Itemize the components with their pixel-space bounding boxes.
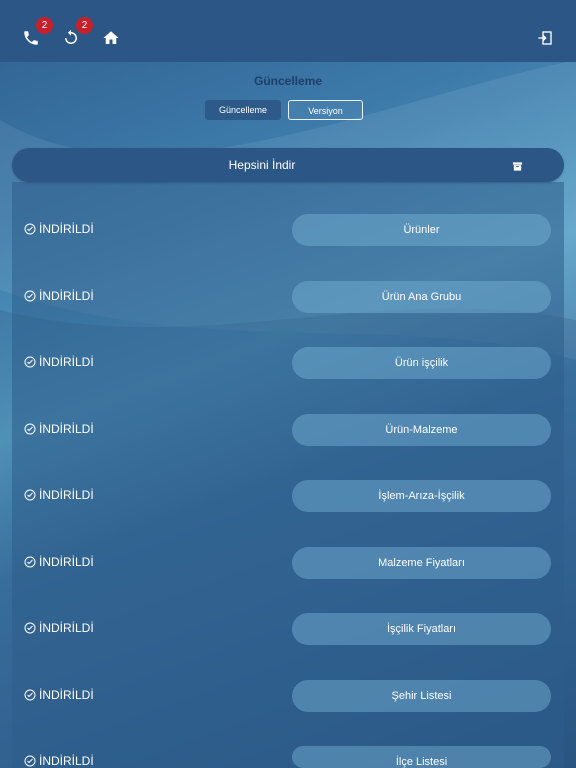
archive-icon: [512, 159, 523, 177]
status-badge: İNDİRİLDİ: [24, 488, 94, 502]
status-badge: İNDİRİLDİ: [24, 555, 94, 569]
check-circle-icon: [24, 423, 36, 435]
status-text: İNDİRİLDİ: [39, 688, 94, 702]
status-badge: İNDİRİLDİ: [24, 621, 94, 635]
status-badge: İNDİRİLDİ: [24, 222, 94, 236]
top-bar: 2 2: [0, 0, 576, 62]
page-title: Güncelleme: [253, 74, 323, 88]
check-circle-icon: [24, 290, 36, 302]
status-badge: İNDİRİLDİ: [24, 422, 94, 436]
list-item: İNDİRİLDİ Ürün-Malzeme: [12, 414, 564, 448]
home-icon[interactable]: [100, 27, 122, 49]
item-button[interactable]: Ürünler: [292, 214, 551, 246]
phone-badge: 2: [36, 17, 53, 34]
list-item: İNDİRİLDİ İlçe Listesi: [12, 746, 564, 768]
item-button[interactable]: Ürün-Malzeme: [292, 414, 551, 446]
item-button[interactable]: Şehir Listesi: [292, 680, 551, 712]
status-badge: İNDİRİLDİ: [24, 289, 94, 303]
status-badge: İNDİRİLDİ: [24, 754, 94, 768]
status-badge: İNDİRİLDİ: [24, 688, 94, 702]
tab-guncelleme[interactable]: Güncelleme: [205, 100, 281, 120]
check-circle-icon: [24, 755, 36, 767]
tab-versiyon[interactable]: Versiyon: [288, 100, 363, 120]
list-item: İNDİRİLDİ Ürünler: [12, 214, 564, 248]
item-button[interactable]: Malzeme Fiyatları: [292, 547, 551, 579]
status-text: İNDİRİLDİ: [39, 754, 94, 768]
item-button[interactable]: İşçilik Fiyatları: [292, 613, 551, 645]
check-circle-icon: [24, 356, 36, 368]
check-circle-icon: [24, 489, 36, 501]
item-button[interactable]: Ürün işçilik: [292, 347, 551, 379]
check-circle-icon: [24, 556, 36, 568]
status-text: İNDİRİLDİ: [39, 355, 94, 369]
status-text: İNDİRİLDİ: [39, 422, 94, 436]
status-text: İNDİRİLDİ: [39, 289, 94, 303]
download-all-button[interactable]: Hepsini İndir: [12, 148, 564, 182]
check-circle-icon: [24, 223, 36, 235]
item-button[interactable]: Ürün Ana Grubu: [292, 281, 551, 313]
list-item: İNDİRİLDİ Ürün işçilik: [12, 347, 564, 381]
status-text: İNDİRİLDİ: [39, 555, 94, 569]
list-item: İNDİRİLDİ Malzeme Fiyatları: [12, 547, 564, 581]
item-button[interactable]: İlçe Listesi: [292, 746, 551, 768]
status-text: İNDİRİLDİ: [39, 488, 94, 502]
status-text: İNDİRİLDİ: [39, 222, 94, 236]
list-item: İNDİRİLDİ Şehir Listesi: [12, 680, 564, 714]
sync-badge: 2: [76, 17, 93, 34]
status-badge: İNDİRİLDİ: [24, 355, 94, 369]
check-circle-icon: [24, 689, 36, 701]
check-circle-icon: [24, 622, 36, 634]
list-item: İNDİRİLDİ İşlem-Arıza-İşçilik: [12, 480, 564, 514]
download-all-label: Hepsini İndir: [228, 158, 296, 172]
list-item: İNDİRİLDİ İşçilik Fiyatları: [12, 613, 564, 647]
logout-icon[interactable]: [534, 27, 556, 49]
status-text: İNDİRİLDİ: [39, 621, 94, 635]
item-button[interactable]: İşlem-Arıza-İşçilik: [292, 480, 551, 512]
list-item: İNDİRİLDİ Ürün Ana Grubu: [12, 281, 564, 315]
